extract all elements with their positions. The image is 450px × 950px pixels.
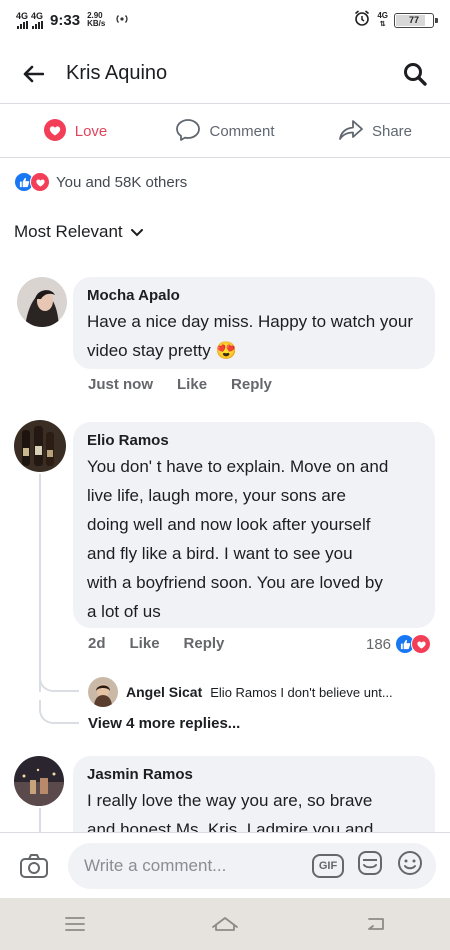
battery-icon: 77 <box>394 12 438 28</box>
status-bar: 4G 4G 9:33 2.90 KB/s 4G ⇅ 77 <box>0 0 450 40</box>
comment-author[interactable]: Mocha Apalo <box>87 287 421 304</box>
speed-unit: KB/s <box>87 19 106 28</box>
comment-text: Have a nice day miss. Happy to watch you… <box>87 307 421 365</box>
like-link[interactable]: Like <box>130 635 160 652</box>
comment-line: doing well and now look after yourself <box>87 515 371 534</box>
share-icon <box>338 119 364 145</box>
comment-line: live life, laugh more, your sons are <box>87 486 346 505</box>
reply-link[interactable]: Reply <box>184 635 225 652</box>
comment-time: 2d <box>88 635 106 652</box>
reaction-count: 186 <box>366 635 392 653</box>
menu-icon[interactable] <box>45 904 105 944</box>
comment-line: and fly like a bird. I want to see you <box>87 544 353 563</box>
reactions-summary[interactable]: You and 58K others <box>14 172 187 192</box>
hotspot-icon <box>114 12 130 29</box>
chevron-down-icon <box>130 222 143 242</box>
sort-dropdown[interactable]: Most Relevant <box>14 222 143 242</box>
reply-link[interactable]: Reply <box>231 376 272 393</box>
reply-text: Elio Ramos I don't believe unt... <box>210 684 393 700</box>
love-reaction-icon-small <box>30 172 50 192</box>
comment-author[interactable]: Jasmin Ramos <box>87 766 421 783</box>
gif-button[interactable]: GIF <box>312 853 344 878</box>
comment-line: a lot of us <box>87 602 161 621</box>
home-icon[interactable] <box>195 904 255 944</box>
avatar[interactable] <box>17 277 67 327</box>
camera-icon[interactable] <box>14 846 54 886</box>
comment-button[interactable]: Comment <box>150 118 300 146</box>
comment-line: with a boyfriend soon. You are loved by <box>87 573 383 592</box>
comment-bubble: Mocha Apalo Have a nice day miss. Happy … <box>73 277 435 369</box>
reply-author[interactable]: Angel Sicat <box>126 684 202 700</box>
avatar[interactable] <box>14 756 64 806</box>
comment-bubble: Elio Ramos You don' t have to explain. M… <box>73 422 435 628</box>
avatar[interactable] <box>88 677 118 707</box>
like-link[interactable]: Like <box>177 376 207 393</box>
clock: 9:33 <box>50 11 81 29</box>
share-button[interactable]: Share <box>300 119 450 145</box>
network-type-right: 4G <box>377 11 388 20</box>
network-type-2: 4G <box>31 10 44 21</box>
search-icon[interactable] <box>398 57 432 91</box>
alarm-icon <box>353 9 371 31</box>
comment-composer: GIF <box>0 832 450 898</box>
heart-eyes-emoji: 😍 <box>215 341 237 360</box>
avatar[interactable] <box>14 420 66 472</box>
sort-label: Most Relevant <box>14 222 123 241</box>
reply-preview[interactable]: Angel Sicat Elio Ramos I don't believe u… <box>88 677 393 707</box>
back-nav-icon[interactable] <box>345 904 405 944</box>
love-reaction-icon-small <box>411 634 432 654</box>
network-type-1: 4G <box>16 10 29 21</box>
comment-label: Comment <box>209 123 275 140</box>
comment-reaction-count[interactable]: 186 <box>366 634 432 654</box>
thread-line <box>39 474 41 692</box>
signal-icon-2: 4G <box>31 10 44 29</box>
view-more-replies-link[interactable]: View 4 more replies... <box>88 715 240 732</box>
love-label: Love <box>74 123 108 140</box>
love-reaction-icon <box>43 118 67 146</box>
share-label: Share <box>371 123 413 140</box>
comment-author[interactable]: Elio Ramos <box>87 432 421 449</box>
sticker-icon[interactable] <box>356 849 384 882</box>
post-actions-bar: Love Comment Share <box>0 106 450 158</box>
comment-time: Just now <box>88 376 154 393</box>
comment-meta: 2d Like Reply <box>88 635 224 652</box>
thread-connector <box>39 670 79 692</box>
love-button[interactable]: Love <box>0 118 150 146</box>
network-speed: 2.90 KB/s <box>87 12 105 28</box>
battery-level: 77 <box>408 15 419 25</box>
thread-connector <box>39 700 79 724</box>
page-title: Kris Aquino <box>66 62 168 84</box>
comment-meta: Just now Like Reply <box>88 376 272 393</box>
comment-line: You don' t have to explain. Move on and <box>87 457 389 476</box>
reactions-text: You and 58K others <box>56 173 188 191</box>
comment-icon <box>175 118 201 146</box>
comment-line: I really love the way you are, so brave <box>87 791 373 810</box>
system-navigation-bar <box>0 898 450 950</box>
back-arrow-icon[interactable] <box>18 59 48 89</box>
comment-text: You don' t have to explain. Move on and … <box>87 452 421 626</box>
comment-text-body: Have a nice day miss. Happy to watch you… <box>87 312 413 360</box>
page-header: Kris Aquino <box>0 44 450 104</box>
data-network-icon: 4G ⇅ <box>377 11 388 28</box>
emoji-icon[interactable] <box>396 849 424 882</box>
signal-icon: 4G <box>16 10 29 29</box>
